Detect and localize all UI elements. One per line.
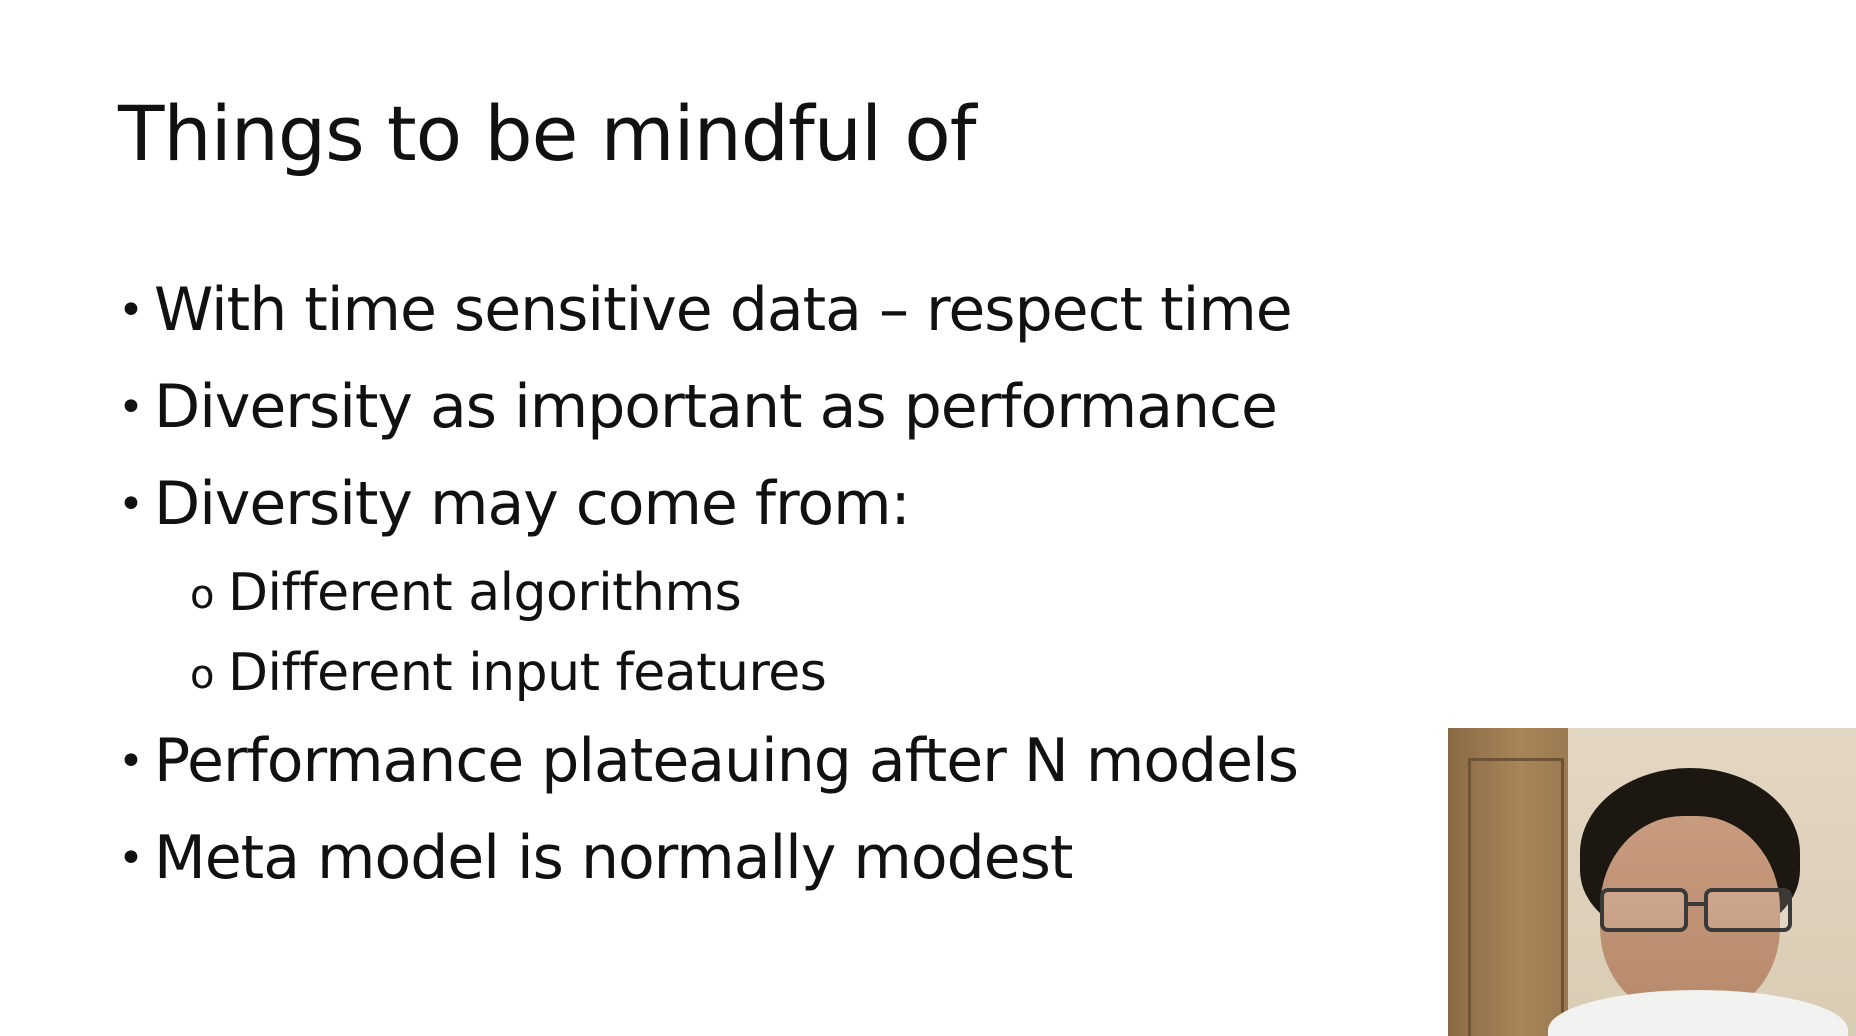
bullet-item: • Diversity as important as performance — [118, 359, 1298, 456]
bullet-item: • Performance plateauing after N models — [118, 713, 1299, 810]
bullet-item: • Meta model is normally modest — [118, 810, 1298, 907]
presenter-webcam-overlay — [1448, 728, 1856, 1036]
background-door — [1448, 728, 1568, 1036]
door-panel — [1468, 758, 1564, 1036]
bullet-marker: • — [118, 479, 144, 530]
sub-bullet-marker: o — [190, 572, 214, 618]
sub-bullet-item: o Different algorithms — [118, 553, 1298, 633]
bullet-text: Meta model is normally modest — [154, 823, 1073, 893]
sub-bullet-text: Different algorithms — [228, 563, 742, 623]
sub-bullet-item: o Different input features — [118, 633, 1298, 713]
bullet-item: • With time sensitive data – respect tim… — [118, 262, 1298, 359]
bullet-marker: • — [118, 382, 144, 433]
sub-bullet-marker: o — [190, 652, 214, 698]
bullet-marker: • — [118, 736, 144, 787]
sub-bullet-list: o Different algorithms o Different input… — [118, 553, 1298, 713]
sub-list-container: o Different algorithms o Different input… — [118, 553, 1298, 713]
glasses-lens-left — [1600, 888, 1688, 932]
slide-title: Things to be mindful of — [118, 89, 976, 178]
bullet-text: Performance plateauing after N models — [154, 726, 1299, 796]
presenter-glasses — [1594, 888, 1794, 932]
slide: Things to be mindful of • With time sens… — [0, 0, 1856, 1036]
bullet-item: • Diversity may come from: — [118, 456, 1298, 553]
bullet-text: With time sensitive data – respect time — [154, 275, 1293, 345]
bullet-marker: • — [118, 833, 144, 884]
bullet-marker: • — [118, 285, 144, 336]
sub-bullet-text: Different input features — [228, 643, 827, 703]
glasses-lens-right — [1704, 888, 1792, 932]
bullet-list: • With time sensitive data – respect tim… — [118, 262, 1299, 907]
bullet-text: Diversity may come from: — [154, 469, 911, 539]
bullet-text: Diversity as important as performance — [154, 372, 1278, 442]
